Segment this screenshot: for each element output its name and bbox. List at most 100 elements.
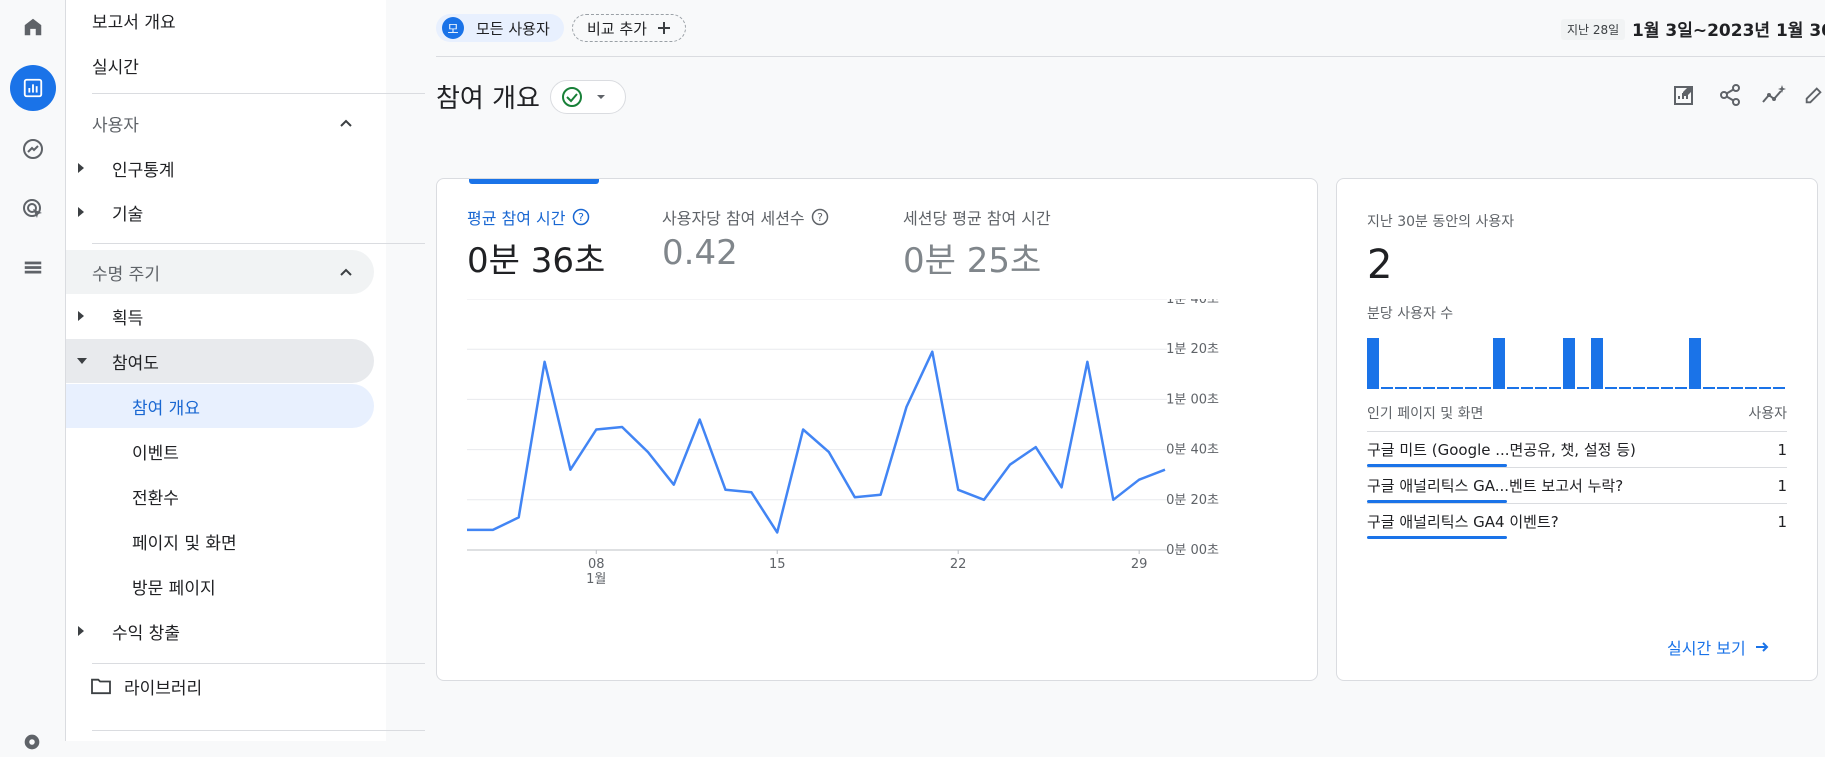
y-tick-label: 1분 20초 — [1166, 342, 1219, 357]
users-30min-label: 지난 30분 동안의 사용자 — [1367, 214, 1515, 230]
help-icon[interactable]: ? — [572, 208, 590, 226]
minute-bar — [1479, 387, 1491, 389]
nav-section-lifecycle[interactable]: 수명 주기 — [66, 250, 374, 294]
y-tick-label: 0분 20초 — [1166, 493, 1219, 508]
minute-bar — [1423, 387, 1435, 389]
metric-label: 세션당 평균 참여 시간 — [903, 209, 1051, 228]
minute-bar — [1451, 387, 1463, 389]
nav-item-pages-screens[interactable]: 페이지 및 화면 — [66, 519, 374, 563]
main-content: 모 모든 사용자 비교 추가 지난 28일 1월 3일~2023년 1월 30일… — [386, 0, 1825, 741]
nav-section-users-label: 사용자 — [92, 115, 139, 136]
nav-item-label: 인구통계 — [112, 160, 175, 181]
nav-item-label: 참여 개요 — [132, 398, 200, 419]
table-row[interactable]: 구글 애널리틱스 GA...벤트 보고서 누락? 1 — [1367, 467, 1787, 503]
configure-icon[interactable] — [10, 245, 56, 291]
add-compare-button[interactable]: 비교 추가 — [572, 14, 686, 42]
date-badge: 지난 28일 — [1561, 19, 1626, 40]
report-navigation: 보고서 개요 실시간 사용자 인구통계 기술 수명 주기 획득 참여도 참여 개… — [66, 0, 425, 741]
check-circle-icon — [562, 87, 582, 107]
metric-label: 평균 참여 시간 — [467, 209, 566, 228]
minute-bar — [1605, 387, 1617, 389]
minute-bar — [1703, 387, 1715, 389]
minute-bar — [1675, 387, 1687, 389]
insights-icon[interactable] — [1759, 80, 1789, 110]
reports-icon[interactable] — [10, 65, 56, 111]
page-name: 구글 미트 (Google ...면공유, 챗, 설정 등) — [1367, 441, 1636, 459]
minute-bar — [1395, 387, 1407, 389]
nav-item-tech[interactable]: 기술 — [66, 190, 374, 234]
add-compare-label: 비교 추가 — [587, 19, 647, 38]
page-name: 구글 애널리틱스 GA...벤트 보고서 누락? — [1367, 477, 1624, 495]
per-minute-label: 분당 사용자 수 — [1367, 306, 1454, 322]
help-icon[interactable]: ? — [811, 208, 829, 226]
dropdown-arrow-icon — [597, 95, 605, 99]
nav-item-label: 이벤트 — [132, 443, 179, 464]
avatar: 모 — [442, 17, 464, 39]
view-realtime-link[interactable]: 실시간 보기 — [1667, 635, 1770, 659]
nav-section-lifecycle-label: 수명 주기 — [92, 264, 160, 285]
arrow-right-icon — [1755, 642, 1769, 652]
metric-tab-sessions-per-user[interactable]: 사용자당 참여 세션수 ? 0.42 — [662, 205, 829, 273]
minute-bar — [1647, 387, 1659, 389]
nav-item-library[interactable]: 라이브러리 — [66, 664, 374, 708]
home-icon[interactable] — [10, 4, 56, 50]
nav-item-conversions[interactable]: 전환수 — [66, 474, 374, 518]
customize-report-icon[interactable] — [1669, 80, 1699, 110]
nav-report-overview[interactable]: 보고서 개요 — [92, 8, 176, 33]
x-tick-sublabel: 1월 — [586, 572, 606, 587]
nav-item-label: 참여도 — [112, 353, 159, 374]
nav-item-label: 획득 — [112, 308, 144, 329]
nav-item-engagement-overview[interactable]: 참여 개요 — [66, 384, 374, 428]
minute-bar — [1507, 387, 1519, 389]
table-row[interactable]: 구글 미트 (Google ...면공유, 챗, 설정 등) 1 — [1367, 431, 1787, 467]
minute-bar — [1661, 387, 1673, 389]
minute-bar — [1731, 387, 1743, 389]
caret-right-icon — [78, 626, 84, 636]
chevron-up-icon — [340, 119, 352, 127]
advertising-icon[interactable] — [10, 186, 56, 232]
caret-right-icon — [78, 311, 84, 321]
metric-tab-avg-engagement-time[interactable]: 평균 참여 시간 ? 0분 36초 — [467, 205, 605, 282]
nav-divider — [92, 730, 425, 731]
nav-item-events[interactable]: 이벤트 — [66, 429, 374, 473]
all-users-chip[interactable]: 모 모든 사용자 — [436, 14, 564, 42]
page-users: 1 — [1777, 512, 1787, 531]
svg-text:?: ? — [817, 211, 823, 224]
edit-icon[interactable] — [1803, 80, 1825, 110]
minute-bar — [1717, 387, 1729, 389]
nav-divider — [92, 93, 425, 94]
realtime-card: 지난 30분 동안의 사용자 2 분당 사용자 수 인기 페이지 및 화면 사용… — [1336, 178, 1818, 681]
nav-item-landing-page[interactable]: 방문 페이지 — [66, 564, 374, 608]
svg-text:?: ? — [578, 211, 584, 224]
minute-bar — [1619, 387, 1631, 389]
metric-label: 사용자당 참여 세션수 — [662, 209, 805, 228]
nav-item-engagement[interactable]: 참여도 — [66, 339, 374, 383]
users-per-minute-chart — [1367, 338, 1785, 389]
caret-right-icon — [78, 207, 84, 217]
nav-realtime[interactable]: 실시간 — [92, 53, 139, 78]
settings-icon[interactable] — [21, 731, 43, 757]
folder-icon — [91, 678, 111, 695]
caret-down-icon — [77, 358, 87, 364]
share-icon[interactable] — [1715, 80, 1745, 110]
nav-item-demographics[interactable]: 인구통계 — [66, 146, 374, 190]
status-dropdown[interactable] — [550, 80, 626, 114]
chevron-up-icon — [340, 268, 352, 276]
minute-bar — [1493, 338, 1505, 389]
minute-bar — [1367, 338, 1379, 389]
nav-item-acquisition[interactable]: 획득 — [66, 294, 374, 338]
nav-item-label: 수익 창출 — [112, 623, 180, 644]
y-tick-label: 0분 40초 — [1166, 443, 1219, 458]
nav-item-monetization[interactable]: 수익 창출 — [66, 609, 374, 653]
minute-bar — [1437, 387, 1449, 389]
table-row[interactable]: 구글 애널리틱스 GA4 이벤트? 1 — [1367, 503, 1787, 539]
explore-icon[interactable] — [10, 126, 56, 172]
metric-tab-engagement-per-session[interactable]: 세션당 평균 참여 시간 0분 25초 — [903, 205, 1051, 282]
header-divider — [436, 56, 1825, 57]
minute-bar — [1465, 387, 1477, 389]
minute-bar — [1521, 387, 1533, 389]
x-tick-label: 29 — [1131, 557, 1148, 572]
engagement-line-chart: 0분 00초 0분 20초 0분 40초 1분 00초 1분 20초 1분 40초 081월… — [467, 299, 1219, 587]
date-range-picker[interactable]: 1월 3일~2023년 1월 30일 — [1632, 16, 1825, 41]
nav-section-users[interactable]: 사용자 — [66, 101, 374, 145]
